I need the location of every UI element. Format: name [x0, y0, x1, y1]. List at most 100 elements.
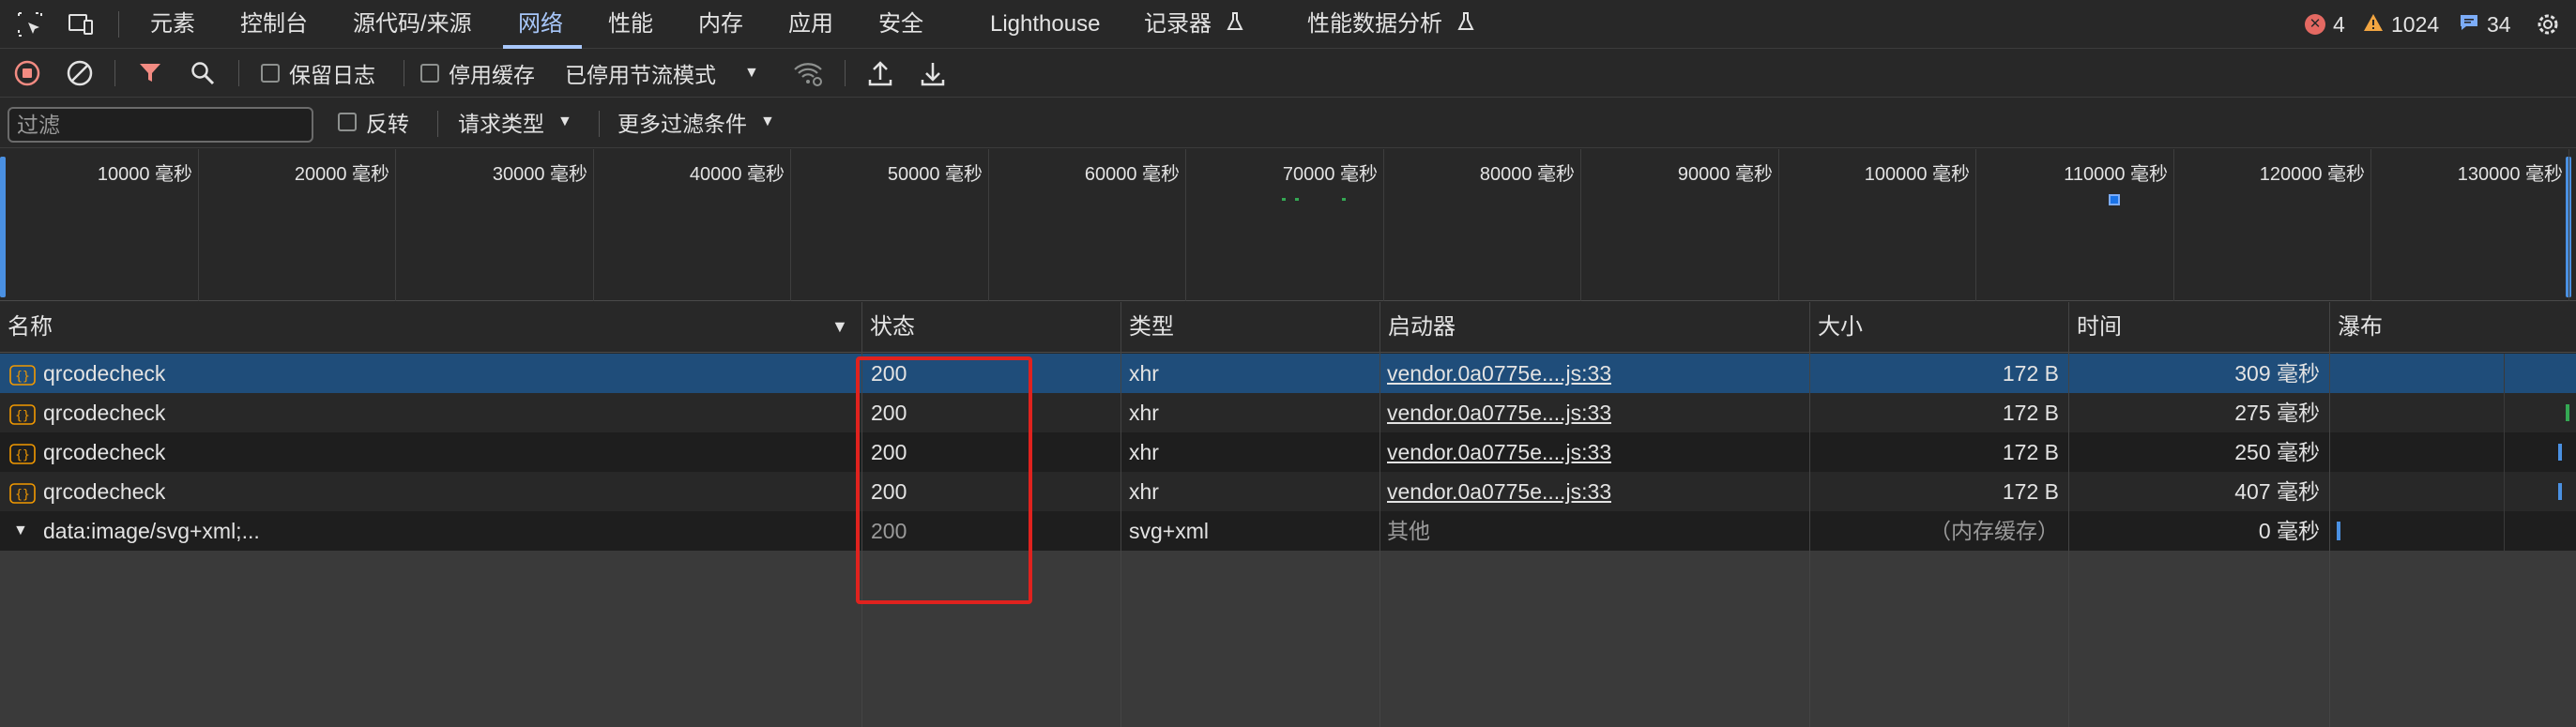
overview-tick-label: 60000 毫秒 — [1084, 164, 1180, 185]
request-initiator-link[interactable]: vendor.0a0775e....js:33 — [1387, 432, 1611, 472]
dropdown-arrow-icon: ▼ — [744, 65, 759, 81]
table-row[interactable]: {} qrcodecheck 200 xhr vendor.0a0775e...… — [0, 393, 2576, 432]
overview-tick-label: 50000 毫秒 — [887, 164, 983, 185]
column-divider[interactable] — [1809, 302, 1810, 727]
request-type-dropdown[interactable]: 请求类型 ▼ — [458, 105, 572, 139]
overview-left-handle[interactable] — [0, 157, 6, 297]
device-toolbar-icon[interactable] — [64, 8, 98, 41]
column-divider[interactable] — [2329, 302, 2330, 727]
column-header-status[interactable]: 状态 — [862, 302, 915, 353]
clear-icon — [67, 60, 93, 86]
warning-icon — [2363, 0, 2384, 49]
tab-console[interactable]: 控制台 — [240, 0, 308, 49]
overview-gridline — [1185, 149, 1186, 301]
overview-gridline — [2568, 149, 2569, 301]
expand-triangle-icon[interactable]: ▼ — [13, 511, 28, 551]
column-divider[interactable] — [1379, 302, 1380, 727]
tab-elements[interactable]: 元素 — [150, 0, 195, 49]
overview-tick-label: 120000 毫秒 — [2259, 164, 2365, 185]
overview-tick-label: 70000 毫秒 — [1282, 164, 1378, 185]
column-header-size[interactable]: 大小 — [1810, 302, 1863, 353]
error-counter[interactable]: ✕ 4 — [2305, 0, 2345, 49]
disable-cache-label: 停用缓存 — [449, 63, 535, 87]
experiment-flask-icon — [1226, 1, 1244, 50]
element-picker-icon[interactable] — [13, 8, 47, 41]
preserve-log-check-box[interactable] — [261, 64, 280, 83]
tab-sources[interactable]: 源代码/来源 — [353, 0, 472, 49]
overview-gridline — [395, 149, 396, 301]
tab-lighthouse[interactable]: Lighthouse — [990, 0, 1100, 49]
invert-checkbox[interactable]: 反转 — [338, 105, 409, 139]
tab-performance[interactable]: 性能 — [608, 0, 653, 49]
column-divider[interactable] — [1120, 302, 1121, 727]
wifi-settings-icon — [794, 63, 822, 86]
tab-performance-insights[interactable]: 性能数据分析 — [1307, 0, 1475, 49]
overview-tick-label: 110000 毫秒 — [2064, 164, 2168, 185]
clear-button[interactable] — [66, 56, 94, 90]
timeline-overview[interactable]: 10000 毫秒 20000 毫秒 30000 毫秒 40000 毫秒 50000 毫秒… — [0, 149, 2576, 301]
column-header-waterfall[interactable]: 瀑布 — [2330, 302, 2383, 353]
overview-gridline — [790, 149, 791, 301]
search-icon — [191, 62, 215, 85]
table-row[interactable]: ▼ data:image/svg+xml;... 200 svg+xml 其他 … — [0, 511, 2576, 551]
disable-cache-check-box[interactable] — [420, 64, 439, 83]
column-header-type[interactable]: 类型 — [1121, 302, 1174, 353]
export-har-button[interactable] — [920, 56, 946, 90]
more-filters-label: 更多过滤条件 — [617, 112, 747, 136]
request-type: xhr — [1129, 440, 1159, 464]
overview-gridline — [988, 149, 989, 301]
dropdown-arrow-icon: ▼ — [557, 114, 572, 129]
request-size: 172 B — [2002, 479, 2059, 504]
disable-cache-checkbox[interactable]: 停用缓存 — [420, 56, 535, 90]
invert-label: 反转 — [366, 112, 409, 136]
waterfall-bar — [2558, 444, 2562, 461]
overview-tick-label: 10000 毫秒 — [97, 164, 192, 185]
throttling-select[interactable]: 已停用节流模式 ▼ — [565, 56, 759, 90]
tab-recorder[interactable]: 记录器 — [1144, 0, 1244, 49]
column-header-time[interactable]: 时间 — [2069, 302, 2122, 353]
search-button[interactable] — [190, 56, 216, 90]
table-row[interactable]: {} qrcodecheck 200 xhr vendor.0a0775e...… — [0, 472, 2576, 511]
filter-toggle-button[interactable] — [137, 56, 163, 90]
request-time: 275 毫秒 — [2234, 401, 2320, 425]
toolbar-separator — [238, 60, 239, 86]
network-conditions-button[interactable] — [792, 56, 824, 90]
overview-gridline — [1778, 149, 1779, 301]
tab-application[interactable]: 应用 — [788, 0, 833, 49]
table-row[interactable]: {} qrcodecheck 200 xhr vendor.0a0775e...… — [0, 354, 2576, 393]
overview-request-mark — [1342, 198, 1346, 201]
svg-text:{}: {} — [15, 488, 30, 502]
experiment-flask-icon — [1456, 1, 1475, 50]
filter-input[interactable] — [8, 107, 313, 143]
request-name: data:image/svg+xml;... — [43, 519, 260, 543]
record-stop-button[interactable] — [13, 56, 41, 90]
request-initiator-link[interactable]: vendor.0a0775e....js:33 — [1387, 472, 1611, 511]
more-filters-dropdown[interactable]: 更多过滤条件 ▼ — [617, 105, 775, 139]
column-header-initiator[interactable]: 启动器 — [1380, 302, 1456, 353]
tab-memory[interactable]: 内存 — [698, 0, 743, 49]
request-size: （内存缓存） — [1929, 519, 2059, 543]
tab-security[interactable]: 安全 — [878, 0, 923, 49]
tab-network[interactable]: 网络 — [518, 0, 563, 49]
overview-gridline — [2173, 149, 2174, 301]
request-initiator-link[interactable]: vendor.0a0775e....js:33 — [1387, 393, 1611, 432]
waterfall-gridline — [2504, 354, 2505, 727]
xhr-request-icon: {} — [9, 432, 36, 472]
invert-check-box[interactable] — [338, 113, 357, 131]
table-row[interactable]: {} qrcodecheck 200 xhr vendor.0a0775e...… — [0, 432, 2576, 472]
column-divider[interactable] — [2068, 302, 2069, 727]
request-initiator-link[interactable]: vendor.0a0775e....js:33 — [1387, 354, 1611, 393]
column-header-name[interactable]: 名称 — [0, 302, 53, 353]
warning-counter[interactable]: 1024 — [2363, 0, 2439, 49]
request-type: xhr — [1129, 361, 1159, 386]
import-har-button[interactable] — [867, 56, 893, 90]
xhr-request-icon: {} — [9, 393, 36, 432]
request-type: xhr — [1129, 401, 1159, 425]
preserve-log-checkbox[interactable]: 保留日志 — [261, 56, 375, 90]
request-table-header: 名称 ▼ 状态 类型 启动器 大小 时间 瀑布 — [0, 302, 2576, 353]
message-counter[interactable]: 34 — [2459, 0, 2511, 49]
settings-gear-icon[interactable] — [2531, 8, 2565, 41]
tab-recorder-label: 记录器 — [1144, 11, 1212, 37]
request-name: qrcodecheck — [43, 440, 166, 464]
overview-gridline — [198, 149, 199, 301]
